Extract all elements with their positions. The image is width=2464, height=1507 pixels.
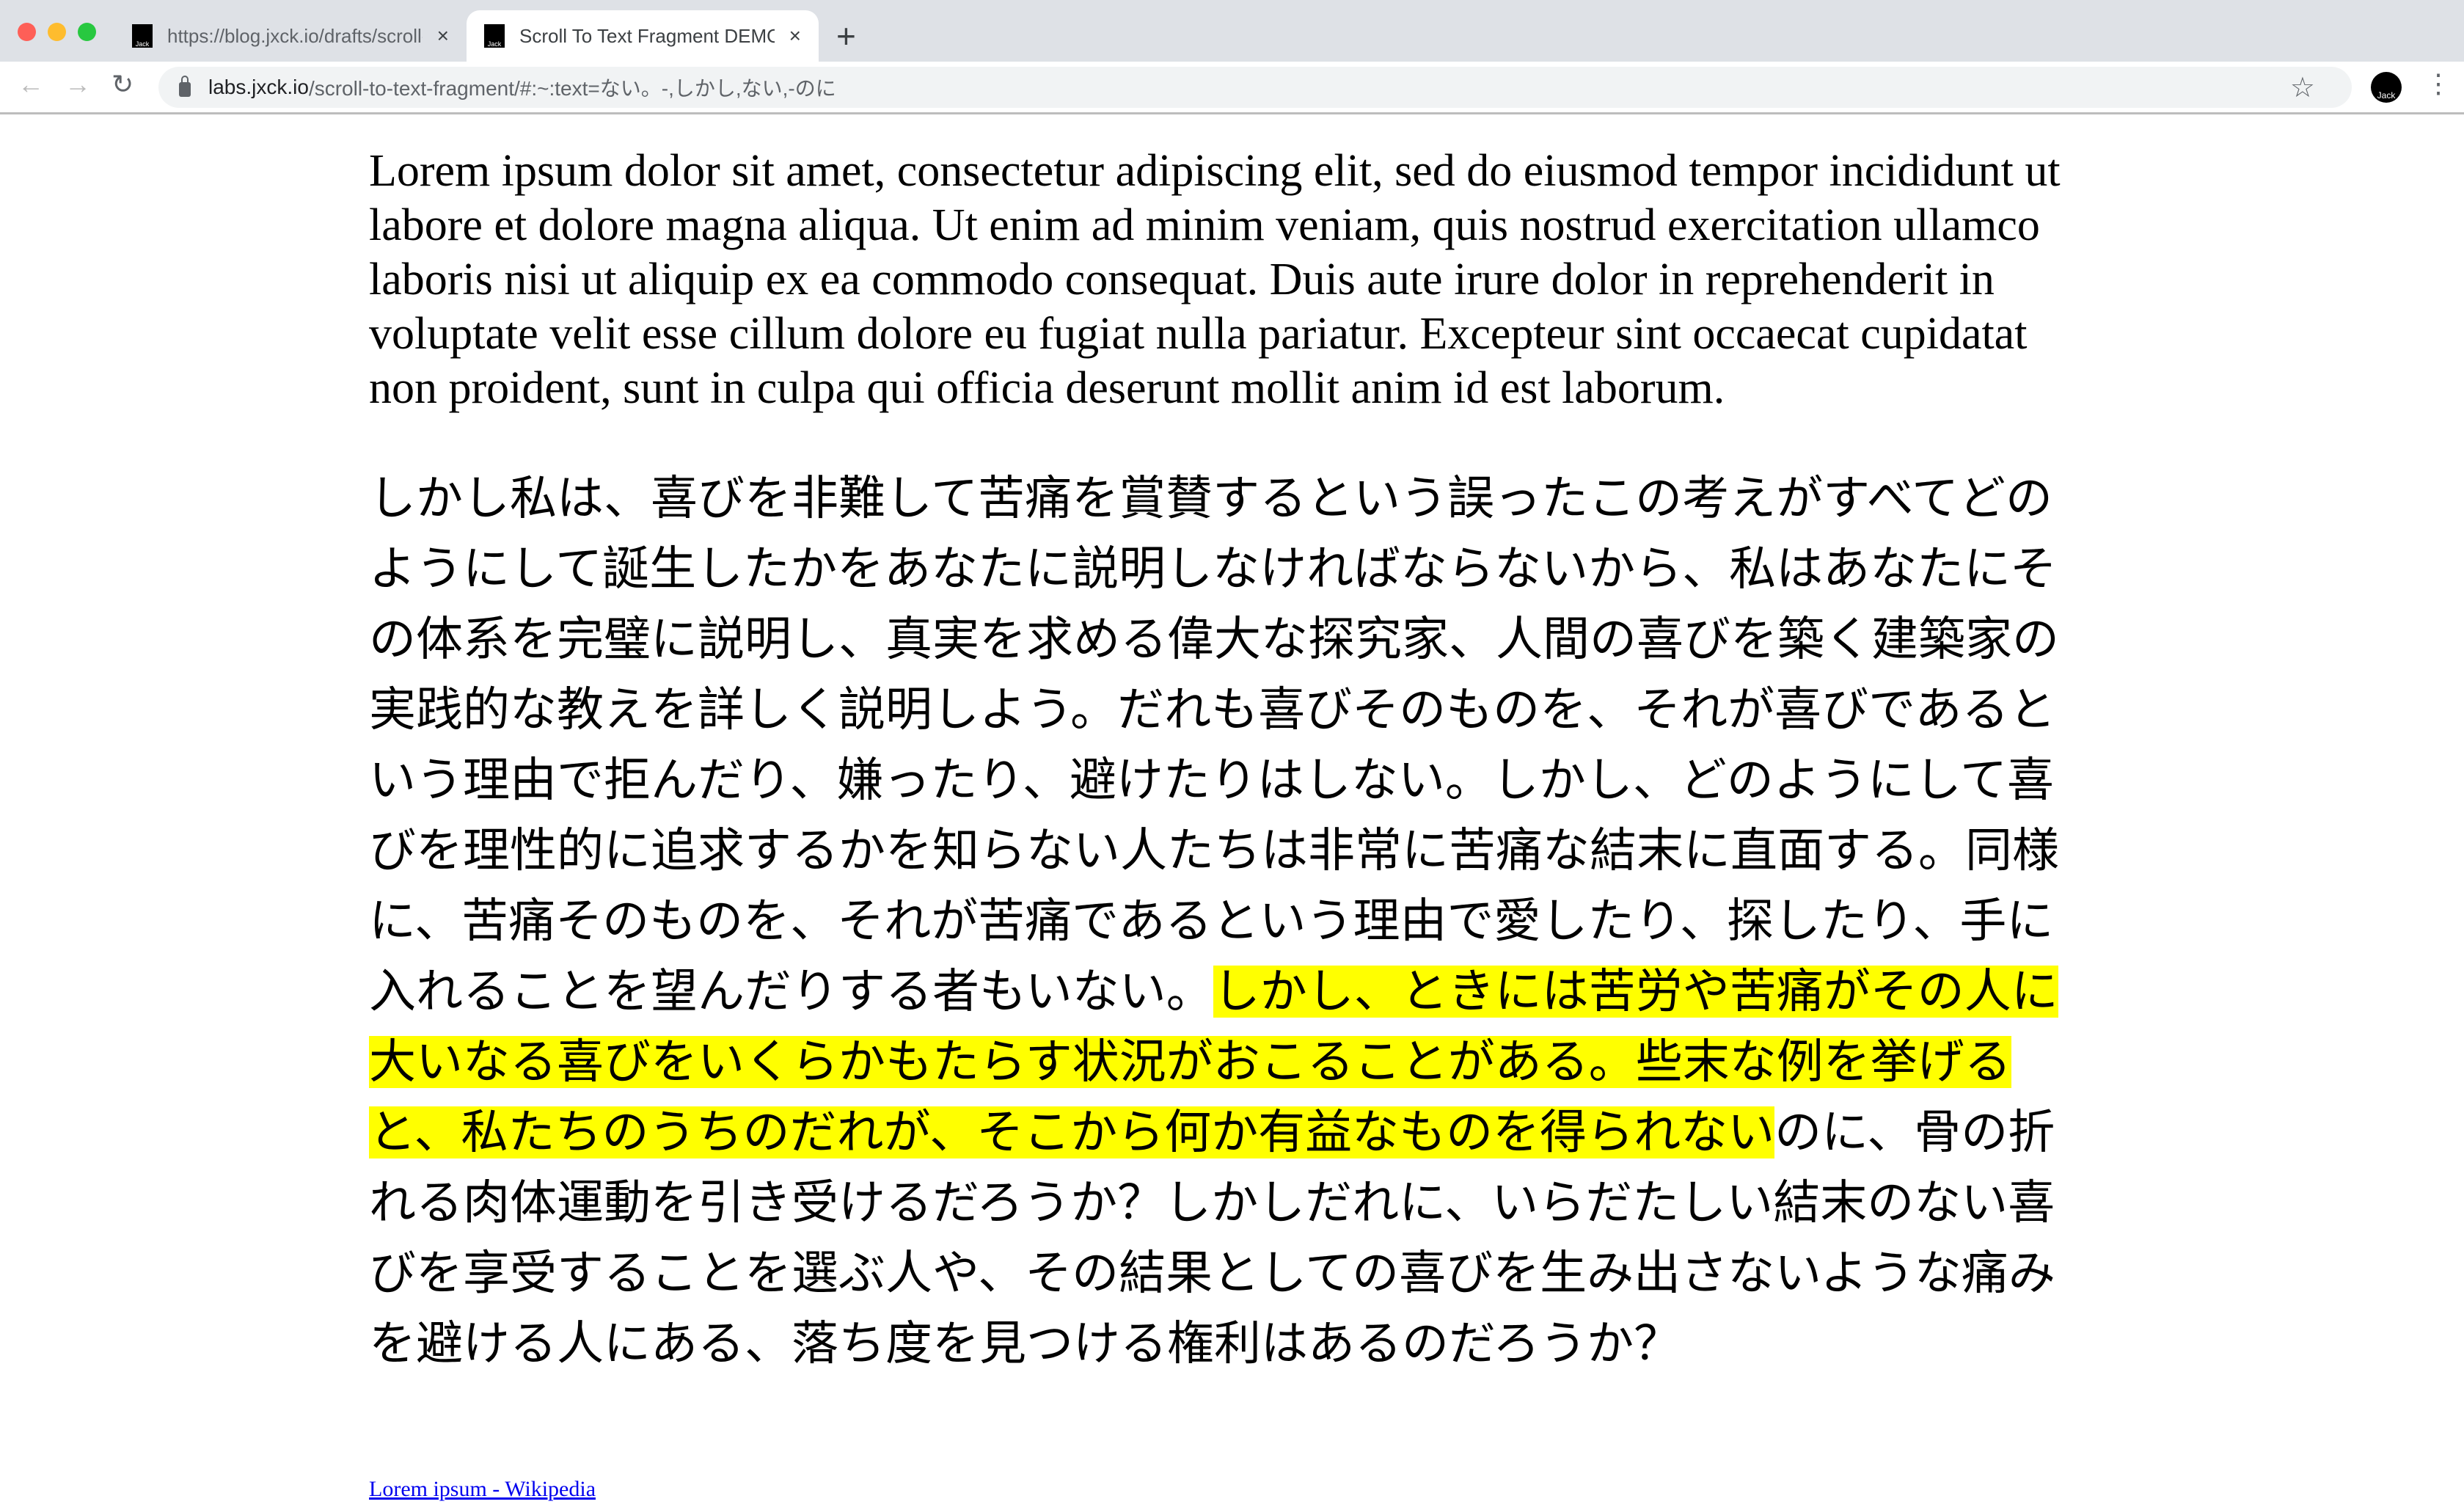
close-tab-icon[interactable]: × [437,24,449,48]
back-icon[interactable]: ← [18,69,44,100]
url-host: labs.jxck.io [208,76,309,98]
minimize-window-button[interactable] [48,23,66,41]
lorem-paragraph: Lorem ipsum dolor sit amet, consectetur … [369,146,2061,413]
menu-icon[interactable]: ⋮ [2425,70,2452,97]
reload-icon[interactable]: ↻ [111,69,134,100]
close-tab-icon[interactable]: × [789,24,801,48]
tab-bar: Jack https://blog.jxck.io/drafts/scroll-… [0,0,2464,62]
star-icon[interactable]: ☆ [2290,71,2315,104]
tab-title: https://blog.jxck.io/drafts/scroll-to-te… [167,24,423,47]
toolbar: ← → ↻ labs.jxck.io/scroll-to-text-fragme… [0,62,2464,114]
new-tab-button[interactable]: + [836,16,856,56]
wikipedia-link[interactable]: Lorem ipsum - Wikipedia [369,1477,596,1502]
tab-blog[interactable]: Jack https://blog.jxck.io/drafts/scroll-… [114,10,467,62]
favicon-icon: Jack [132,24,153,48]
favicon-icon: Jack [484,24,505,48]
url-path: /scroll-to-text-fragment/#:~:text=ない。-,し… [308,77,836,100]
address-bar[interactable]: labs.jxck.io/scroll-to-text-fragment/#:~… [158,67,2352,108]
japanese-paragraph: しかし私は、喜びを非難して苦痛を賞賛するという誤ったこの考えがすべてどのようにし… [369,464,2071,1379]
lock-icon[interactable] [179,76,191,97]
forward-icon[interactable]: → [65,69,91,100]
avatar[interactable]: Jack [2371,72,2402,103]
page-content: Lorem ipsum dolor sit amet, consectetur … [369,144,2078,1379]
text-before: しかし私は、喜びを非難して苦痛を賞賛するという誤ったこの考えがすべてどのようにし… [369,472,2059,1018]
tab-demo[interactable]: Jack Scroll To Text Fragment DEMO × [467,10,819,62]
maximize-window-button[interactable] [78,23,96,41]
close-window-button[interactable] [18,23,36,41]
tab-title: Scroll To Text Fragment DEMO [519,24,775,47]
